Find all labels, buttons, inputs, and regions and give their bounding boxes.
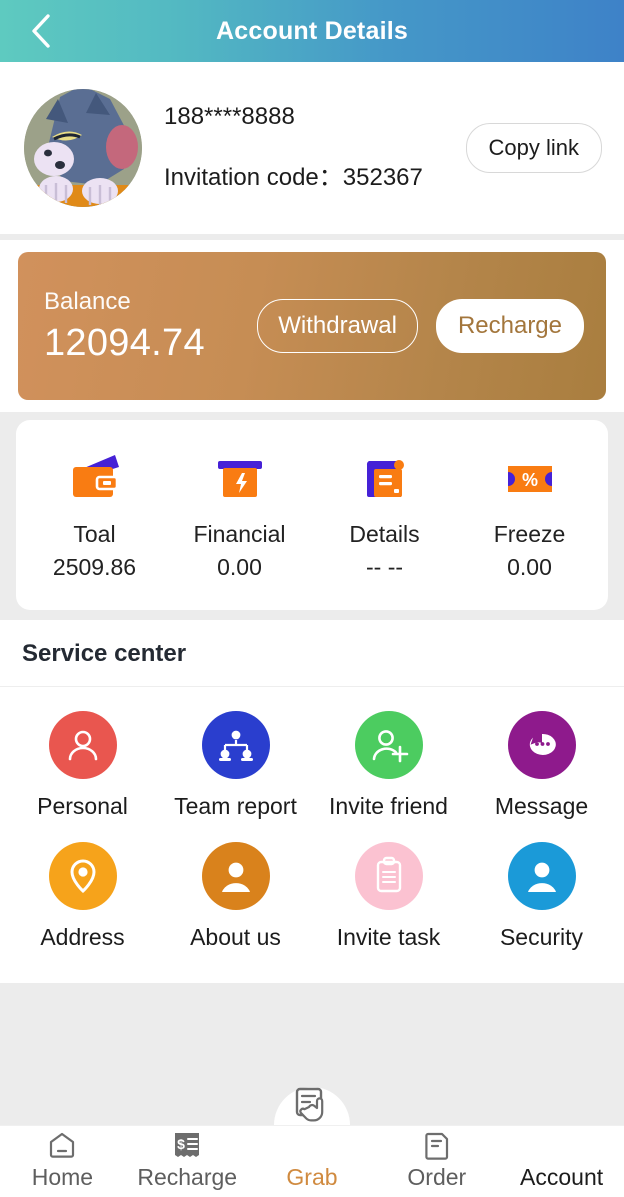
service-item-personal[interactable]: Personal xyxy=(6,705,159,830)
service-label: Invite friend xyxy=(312,793,465,820)
book-icon xyxy=(312,449,457,509)
service-item-message[interactable]: Message xyxy=(465,705,618,830)
stat-value: 0.00 xyxy=(457,554,602,581)
tab-label: Home xyxy=(0,1164,125,1191)
shield-user-icon xyxy=(508,842,576,910)
tab-label: Recharge xyxy=(125,1164,250,1191)
service-item-invite-task[interactable]: Invite task xyxy=(312,836,465,961)
chevron-left-icon xyxy=(28,11,54,51)
service-center-section: Service center Personal xyxy=(0,620,624,983)
tab-account[interactable]: Account xyxy=(499,1126,624,1191)
withdrawal-button[interactable]: Withdrawal xyxy=(257,299,418,353)
back-button[interactable] xyxy=(18,0,64,62)
account-details-screen: Account Details xyxy=(0,0,624,1197)
service-label: Address xyxy=(6,924,159,951)
balance-card: Balance 12094.74 Withdrawal Recharge xyxy=(18,252,606,400)
service-label: Invite task xyxy=(312,924,465,951)
service-label: Personal xyxy=(6,793,159,820)
stat-value: -- -- xyxy=(312,554,457,581)
account-icon xyxy=(499,1126,624,1160)
stat-label: Freeze xyxy=(457,521,602,548)
invitation-code-label: Invitation code： xyxy=(164,164,343,191)
stat-toal[interactable]: Toal 2509.86 xyxy=(22,449,167,581)
svg-text:$: $ xyxy=(177,1136,185,1152)
user-avatar-cat xyxy=(24,89,142,207)
chat-icon xyxy=(508,711,576,779)
balance-section: Balance 12094.74 Withdrawal Recharge xyxy=(0,240,624,412)
tab-home[interactable]: Home xyxy=(0,1126,125,1191)
svg-text:%: % xyxy=(521,470,537,490)
service-item-invite-friend[interactable]: Invite friend xyxy=(312,705,465,830)
org-chart-icon xyxy=(202,711,270,779)
stat-details[interactable]: Details -- -- xyxy=(312,449,457,581)
wallet-icon xyxy=(22,449,167,509)
service-label: About us xyxy=(159,924,312,951)
bottom-spacer xyxy=(0,983,624,1083)
stat-financial[interactable]: Financial 0.00 xyxy=(167,449,312,581)
tab-label: Order xyxy=(374,1164,499,1191)
profile-section: 188****8888 Invitation code：352367 Copy … xyxy=(0,62,624,234)
stat-value: 2509.86 xyxy=(22,554,167,581)
copy-link-button[interactable]: Copy link xyxy=(466,123,602,173)
stat-value: 0.00 xyxy=(167,554,312,581)
order-icon xyxy=(374,1126,499,1160)
service-item-team-report[interactable]: Team report xyxy=(159,705,312,830)
grab-hand-icon xyxy=(250,1082,375,1130)
balance-amount: 12094.74 xyxy=(44,322,257,365)
service-label: Message xyxy=(465,793,618,820)
app-header: Account Details xyxy=(0,0,624,62)
profile-info: 188****8888 Invitation code：352367 xyxy=(142,104,466,192)
add-person-icon xyxy=(355,711,423,779)
stat-freeze[interactable]: % Freeze 0.00 xyxy=(457,449,602,581)
bottom-tab-bar: Home $ Recharge Grab xyxy=(0,1125,624,1197)
service-label: Team report xyxy=(159,793,312,820)
invitation-code-value: 352367 xyxy=(343,164,423,191)
phone-number: 188****8888 xyxy=(164,104,466,130)
tab-order[interactable]: Order xyxy=(374,1126,499,1191)
service-grid: Personal Team report xyxy=(0,687,624,983)
balance-text-group: Balance 12094.74 xyxy=(44,288,257,365)
invitation-code-line: Invitation code：352367 xyxy=(164,157,466,192)
service-item-address[interactable]: Address xyxy=(6,836,159,961)
receipt-icon: $ xyxy=(125,1126,250,1160)
page-title: Account Details xyxy=(216,17,408,46)
stat-label: Financial xyxy=(167,521,312,548)
recharge-button[interactable]: Recharge xyxy=(436,299,584,353)
tab-label: Account xyxy=(499,1164,624,1191)
tab-label: Grab xyxy=(250,1164,375,1191)
about-icon xyxy=(202,842,270,910)
service-center-title: Service center xyxy=(0,620,624,687)
home-icon xyxy=(0,1126,125,1160)
tab-recharge[interactable]: $ Recharge xyxy=(125,1126,250,1191)
person-icon xyxy=(49,711,117,779)
tab-grab[interactable]: Grab xyxy=(250,1126,375,1191)
stats-card: Toal 2509.86 Financial 0.00 xyxy=(16,420,608,610)
stats-section: Toal 2509.86 Financial 0.00 xyxy=(0,412,624,620)
stat-label: Toal xyxy=(22,521,167,548)
service-item-security[interactable]: Security xyxy=(465,836,618,961)
coupon-icon: % xyxy=(457,449,602,509)
service-item-about-us[interactable]: About us xyxy=(159,836,312,961)
clipboard-icon xyxy=(355,842,423,910)
location-icon xyxy=(49,842,117,910)
stat-label: Details xyxy=(312,521,457,548)
balance-label: Balance xyxy=(44,288,257,316)
service-label: Security xyxy=(465,924,618,951)
deposit-icon xyxy=(167,449,312,509)
avatar[interactable] xyxy=(24,89,142,207)
